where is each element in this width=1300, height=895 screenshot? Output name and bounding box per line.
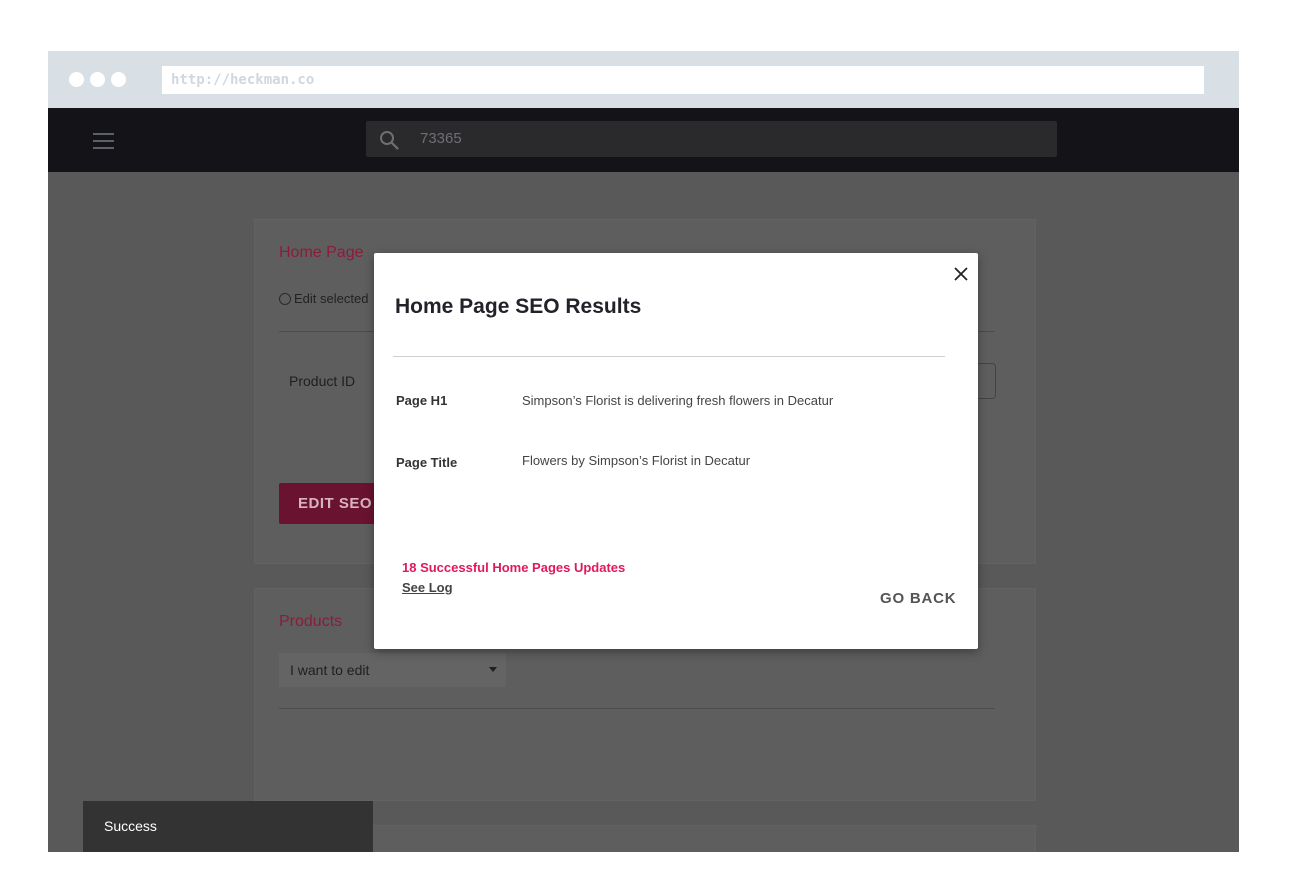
home-page-card-title: Home Page — [279, 244, 364, 261]
snackbar-message: Success — [104, 818, 157, 834]
close-icon[interactable] — [952, 265, 970, 283]
page-h1-value: Simpson’s Florist is delivering fresh fl… — [522, 393, 834, 408]
search-input[interactable]: 73365 — [420, 121, 462, 157]
dialog-divider — [393, 356, 945, 357]
dialog-title: Home Page SEO Results — [395, 295, 642, 318]
edit-select[interactable]: I want to edit — [279, 653, 506, 687]
success-count-text: 18 Successful Home Pages Updates — [402, 560, 626, 575]
seo-results-dialog: Home Page SEO Results Page H1 Simpson’s … — [374, 253, 978, 649]
page-title-value: Flowers by Simpson’s Florist in Decatur — [522, 453, 751, 468]
product-id-label: Product ID — [289, 373, 356, 389]
radio-icon[interactable] — [279, 292, 291, 305]
page-h1-label: Page H1 — [396, 393, 448, 408]
edit-seo-button[interactable]: EDIT SEO I — [279, 483, 379, 524]
search-bar[interactable]: 73365 — [366, 121, 1057, 157]
menu-icon[interactable] — [93, 133, 114, 149]
edit-selected-option[interactable]: Edit selected — [279, 291, 368, 306]
app-bar: 73365 — [48, 108, 1239, 172]
window-maximize-dot[interactable] — [111, 72, 126, 87]
browser-chrome: http://heckman.co — [48, 51, 1239, 108]
card-divider — [279, 708, 995, 709]
window-close-dot[interactable] — [69, 72, 84, 87]
edit-select-value: I want to edit — [290, 662, 370, 678]
search-icon — [380, 131, 399, 150]
see-log-link[interactable]: See Log — [402, 580, 453, 595]
snackbar: Success — [83, 801, 373, 852]
page-title-label: Page Title — [396, 455, 458, 470]
go-back-button[interactable]: GO BACK — [880, 590, 956, 607]
caret-down-icon — [489, 667, 497, 672]
products-card-title: Products — [279, 613, 343, 630]
url-bar[interactable]: http://heckman.co — [162, 66, 1204, 94]
edit-selected-label: Edit selected — [294, 291, 369, 306]
window-minimize-dot[interactable] — [90, 72, 105, 87]
